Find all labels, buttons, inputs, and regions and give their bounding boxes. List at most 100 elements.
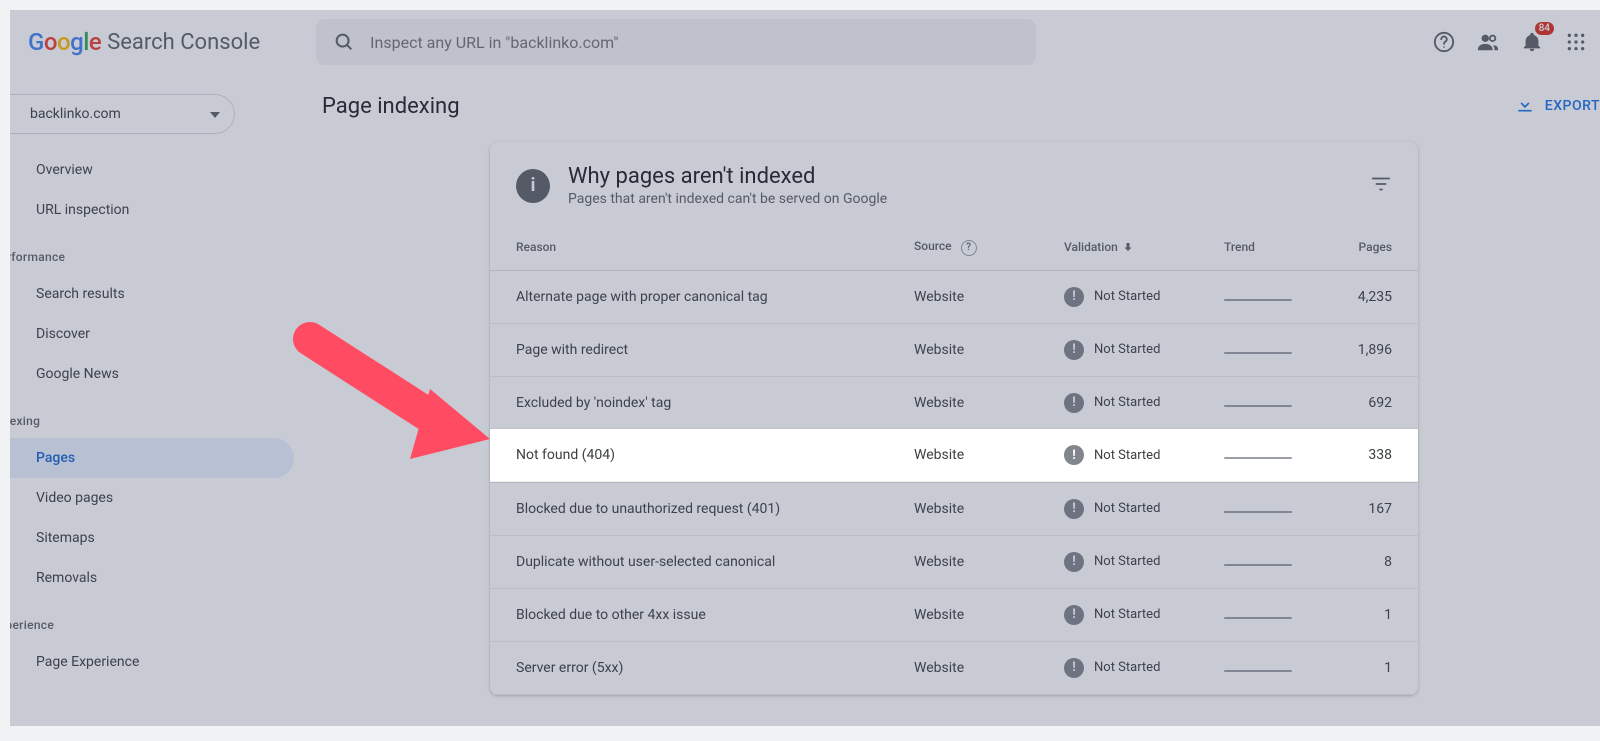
status-dot-icon: !	[1064, 393, 1084, 413]
nav-pages[interactable]: Pages	[10, 438, 294, 478]
card-title: Why pages aren't indexed	[568, 164, 887, 189]
col-validation[interactable]: Validation	[1038, 225, 1198, 270]
header-actions: 84	[1432, 30, 1588, 54]
download-icon	[1515, 94, 1535, 118]
cell-reason: Blocked due to other 4xx issue	[490, 588, 888, 641]
status-dot-icon: !	[1064, 340, 1084, 360]
property-selector[interactable]: backlinko.com	[10, 94, 235, 134]
cell-validation: !Not Started	[1038, 270, 1198, 323]
nav-search-results[interactable]: Search results	[10, 274, 294, 314]
card-header: i Why pages aren't indexed Pages that ar…	[490, 142, 1418, 225]
help-icon[interactable]: ?	[961, 240, 977, 256]
reasons-table: Reason Source ? Validation	[490, 225, 1418, 695]
cell-source: Website	[888, 429, 1038, 482]
nav-google-news[interactable]: Google News	[10, 354, 294, 394]
table-row[interactable]: Not found (404) Website !Not Started 338	[490, 429, 1418, 482]
nav-page-experience[interactable]: Page Experience	[10, 642, 294, 682]
apps-grid-icon[interactable]	[1564, 30, 1588, 54]
cell-validation: !Not Started	[1038, 482, 1198, 535]
table-row[interactable]: Duplicate without user-selected canonica…	[490, 535, 1418, 588]
cell-validation: !Not Started	[1038, 376, 1198, 429]
nav-sitemaps[interactable]: Sitemaps	[10, 518, 294, 558]
app-window: Google Search Console 84	[10, 10, 1600, 726]
cell-trend	[1198, 588, 1328, 641]
status-dot-icon: !	[1064, 658, 1084, 678]
filter-icon[interactable]	[1370, 173, 1392, 199]
cell-source: Website	[888, 270, 1038, 323]
cell-validation: !Not Started	[1038, 588, 1198, 641]
cell-source: Website	[888, 323, 1038, 376]
property-name: backlinko.com	[30, 106, 121, 122]
url-inspect-search[interactable]	[316, 19, 1036, 65]
status-dot-icon: !	[1064, 446, 1084, 466]
page-title: Page indexing	[322, 94, 460, 119]
nav-video-pages[interactable]: Video pages	[10, 478, 294, 518]
content: Page indexing EXPORT i Why pages aren't …	[310, 74, 1600, 726]
people-icon[interactable]	[1476, 30, 1500, 54]
export-button[interactable]: EXPORT	[1515, 94, 1600, 118]
table-row[interactable]: Excluded by 'noindex' tag Website !Not S…	[490, 376, 1418, 429]
status-dot-icon: !	[1064, 605, 1084, 625]
cell-reason: Excluded by 'noindex' tag	[490, 376, 888, 429]
cell-source: Website	[888, 535, 1038, 588]
cell-pages: 338	[1328, 429, 1418, 482]
cell-validation: !Not Started	[1038, 323, 1198, 376]
cell-reason: Server error (5xx)	[490, 641, 888, 694]
product-name: Search Console	[107, 30, 260, 55]
cell-pages: 167	[1328, 482, 1418, 535]
chevron-down-icon	[210, 106, 220, 122]
google-logo: Google	[28, 28, 101, 56]
table-row[interactable]: Page with redirect Website !Not Started …	[490, 323, 1418, 376]
cell-reason: Duplicate without user-selected canonica…	[490, 535, 888, 588]
sidebar: backlinko.com Overview URL inspection Pe…	[10, 74, 310, 726]
cell-trend	[1198, 323, 1328, 376]
card-subtitle: Pages that aren't indexed can't be serve…	[568, 191, 887, 207]
notification-badge: 84	[1535, 22, 1554, 35]
cell-source: Website	[888, 588, 1038, 641]
cell-source: Website	[888, 641, 1038, 694]
cell-reason: Not found (404)	[490, 429, 888, 482]
cell-trend	[1198, 429, 1328, 482]
cell-source: Website	[888, 376, 1038, 429]
logo[interactable]: Google Search Console	[28, 28, 260, 56]
cell-pages: 1,896	[1328, 323, 1418, 376]
nav-discover[interactable]: Discover	[10, 314, 294, 354]
section-experience: Experience	[10, 598, 310, 642]
cell-reason: Alternate page with proper canonical tag	[490, 270, 888, 323]
section-indexing: Indexing	[10, 394, 310, 438]
nav-removals[interactable]: Removals	[10, 558, 294, 598]
info-icon: i	[516, 169, 550, 203]
body-layout: backlinko.com Overview URL inspection Pe…	[10, 74, 1600, 726]
cell-pages: 4,235	[1328, 270, 1418, 323]
notifications-icon[interactable]: 84	[1520, 30, 1544, 54]
table-row[interactable]: Alternate page with proper canonical tag…	[490, 270, 1418, 323]
status-dot-icon: !	[1064, 499, 1084, 519]
table-row[interactable]: Blocked due to unauthorized request (401…	[490, 482, 1418, 535]
cell-trend	[1198, 482, 1328, 535]
nav-overview[interactable]: Overview	[10, 150, 294, 190]
cell-pages: 1	[1328, 641, 1418, 694]
why-not-indexed-card: i Why pages aren't indexed Pages that ar…	[490, 142, 1418, 695]
cell-validation: !Not Started	[1038, 535, 1198, 588]
table-row[interactable]: Blocked due to other 4xx issue Website !…	[490, 588, 1418, 641]
cell-trend	[1198, 270, 1328, 323]
table-row[interactable]: Server error (5xx) Website !Not Started …	[490, 641, 1418, 694]
search-icon	[332, 30, 356, 54]
col-trend[interactable]: Trend	[1198, 225, 1328, 270]
col-pages[interactable]: Pages	[1328, 225, 1418, 270]
sort-arrow-icon	[1122, 241, 1134, 253]
cell-trend	[1198, 376, 1328, 429]
nav-url-inspection[interactable]: URL inspection	[10, 190, 294, 230]
search-input[interactable]	[370, 33, 1020, 52]
export-label: EXPORT	[1545, 98, 1600, 114]
cell-source: Website	[888, 482, 1038, 535]
cell-trend	[1198, 641, 1328, 694]
cell-trend	[1198, 535, 1328, 588]
status-dot-icon: !	[1064, 552, 1084, 572]
help-icon[interactable]	[1432, 30, 1456, 54]
col-reason[interactable]: Reason	[490, 225, 888, 270]
cell-reason: Page with redirect	[490, 323, 888, 376]
header: Google Search Console 84	[10, 10, 1600, 74]
cell-validation: !Not Started	[1038, 429, 1198, 482]
col-source[interactable]: Source ?	[888, 225, 1038, 270]
